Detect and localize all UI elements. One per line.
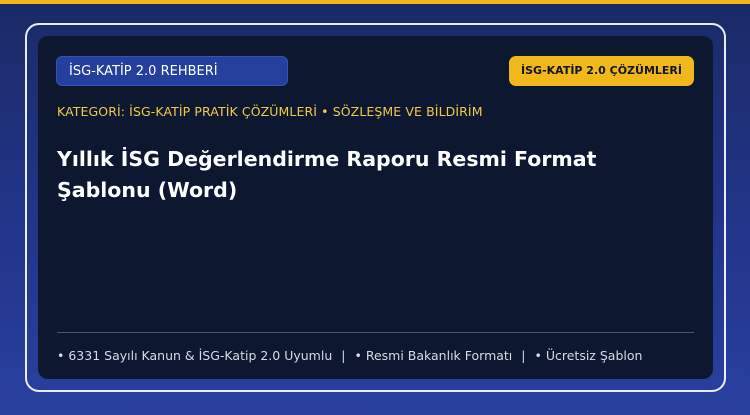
title-line-1: Yıllık İSG Değerlendirme Raporu Resmi Fo… (57, 147, 597, 171)
solutions-button[interactable]: İSG-KATİP 2.0 ÇÖZÜMLERİ (509, 56, 694, 86)
feature-separator: | (521, 348, 526, 363)
title-line-2: Şablonu (Word) (57, 178, 238, 202)
feature-list: • 6331 Sayılı Kanun & İSG-Katip 2.0 Uyum… (57, 348, 642, 363)
content-card: İSG-KATİP 2.0 REHBERİ İSG-KATİP 2.0 ÇÖZÜ… (38, 36, 713, 379)
page-title: Yıllık İSG Değerlendirme Raporu Resmi Fo… (57, 144, 657, 206)
guide-badge[interactable]: İSG-KATİP 2.0 REHBERİ (56, 56, 288, 86)
feature-item: • Ücretsiz Şablon (534, 348, 643, 363)
feature-item: • Resmi Bakanlık Formatı (354, 348, 513, 363)
top-accent-bar (0, 0, 750, 4)
feature-separator: | (341, 348, 346, 363)
category-label: KATEGORİ: İSG-KATİP PRATİK ÇÖZÜMLERİ • S… (57, 104, 483, 119)
feature-item: • 6331 Sayılı Kanun & İSG-Katip 2.0 Uyum… (57, 348, 333, 363)
divider (57, 332, 694, 333)
